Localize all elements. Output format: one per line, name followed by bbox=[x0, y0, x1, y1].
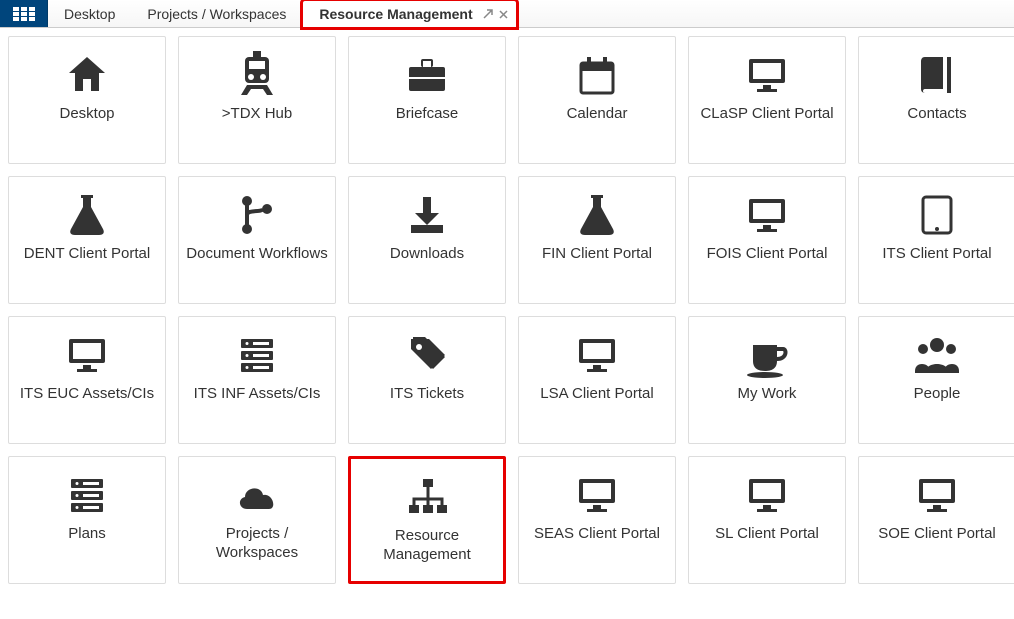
monitor-icon bbox=[913, 469, 961, 521]
tile-its-tickets[interactable]: ITS Tickets bbox=[348, 316, 506, 444]
tile-its-euc-assets[interactable]: ITS EUC Assets/CIs bbox=[8, 316, 166, 444]
monitor-icon bbox=[743, 469, 791, 521]
tile-label: Desktop bbox=[59, 105, 114, 124]
tile-label: Calendar bbox=[567, 105, 628, 124]
tile-label: People bbox=[914, 385, 961, 404]
monitor-icon bbox=[573, 329, 621, 381]
tile-dent-client-portal[interactable]: DENT Client Portal bbox=[8, 176, 166, 304]
close-icon[interactable] bbox=[499, 10, 508, 19]
tile-clasp-client-portal[interactable]: CLaSP Client Portal bbox=[688, 36, 846, 164]
tile-label: SL Client Portal bbox=[715, 525, 819, 544]
tile-seas-client-portal[interactable]: SEAS Client Portal bbox=[518, 456, 676, 584]
tile-desktop[interactable]: Desktop bbox=[8, 36, 166, 164]
briefcase-icon bbox=[403, 49, 451, 101]
sitemap-icon bbox=[403, 471, 451, 523]
tile-lsa-client-portal[interactable]: LSA Client Portal bbox=[518, 316, 676, 444]
tab-label: Resource Management bbox=[319, 6, 472, 22]
tile-label: Resource Management bbox=[357, 527, 497, 565]
monitor-icon bbox=[63, 329, 111, 381]
train-icon bbox=[233, 49, 281, 101]
tile-my-work[interactable]: My Work bbox=[688, 316, 846, 444]
tile-label: FOIS Client Portal bbox=[707, 245, 828, 264]
tab-projects-workspaces[interactable]: Projects / Workspaces bbox=[131, 0, 302, 27]
tile-label: SEAS Client Portal bbox=[534, 525, 660, 544]
tile-label: Downloads bbox=[390, 245, 464, 264]
tile-contacts[interactable]: Contacts bbox=[858, 36, 1014, 164]
tile-label: Plans bbox=[68, 525, 106, 544]
tile-its-client-portal[interactable]: ITS Client Portal bbox=[858, 176, 1014, 304]
cloud-icon bbox=[233, 469, 281, 521]
tile-label: Document Workflows bbox=[186, 245, 327, 264]
flask-icon bbox=[573, 189, 621, 241]
monitor-icon bbox=[573, 469, 621, 521]
tile-label: Contacts bbox=[907, 105, 966, 124]
tab-desktop[interactable]: Desktop bbox=[48, 0, 131, 27]
tile-plans[interactable]: Plans bbox=[8, 456, 166, 584]
monitor-icon bbox=[743, 189, 791, 241]
tile-briefcase[interactable]: Briefcase bbox=[348, 36, 506, 164]
coffee-icon bbox=[743, 329, 791, 381]
popout-icon[interactable] bbox=[483, 9, 493, 19]
tile-label: ITS Client Portal bbox=[882, 245, 991, 264]
tile-document-workflows[interactable]: Document Workflows bbox=[178, 176, 336, 304]
tile-label: FIN Client Portal bbox=[542, 245, 652, 264]
tablet-icon bbox=[913, 189, 961, 241]
tile-label: Projects / Workspaces bbox=[185, 525, 329, 563]
tile-label: ITS EUC Assets/CIs bbox=[20, 385, 154, 404]
tab-bar: Desktop Projects / Workspaces Resource M… bbox=[0, 0, 1014, 28]
server-icon bbox=[233, 329, 281, 381]
tile-soe-client-portal[interactable]: SOE Client Portal bbox=[858, 456, 1014, 584]
tile-label: DENT Client Portal bbox=[24, 245, 150, 264]
tile-calendar[interactable]: Calendar bbox=[518, 36, 676, 164]
tile-label: LSA Client Portal bbox=[540, 385, 653, 404]
server-icon bbox=[63, 469, 111, 521]
apps-grid-icon bbox=[13, 7, 35, 21]
tile-label: My Work bbox=[738, 385, 797, 404]
tile-its-inf-assets[interactable]: ITS INF Assets/CIs bbox=[178, 316, 336, 444]
apps-grid-button[interactable] bbox=[0, 0, 48, 27]
tile-tdx-hub[interactable]: >TDX Hub bbox=[178, 36, 336, 164]
tab-label: Desktop bbox=[64, 6, 115, 22]
tab-label: Projects / Workspaces bbox=[147, 6, 286, 22]
tile-fin-client-portal[interactable]: FIN Client Portal bbox=[518, 176, 676, 304]
monitor-icon bbox=[743, 49, 791, 101]
tile-label: ITS INF Assets/CIs bbox=[194, 385, 321, 404]
tile-label: SOE Client Portal bbox=[878, 525, 996, 544]
app-grid: Desktop >TDX Hub Briefcase Calendar CLaSP Cl… bbox=[0, 28, 1014, 604]
tile-people[interactable]: People bbox=[858, 316, 1014, 444]
home-icon bbox=[63, 49, 111, 101]
download-icon bbox=[403, 189, 451, 241]
tile-label: Briefcase bbox=[396, 105, 459, 124]
tile-projects-workspaces[interactable]: Projects / Workspaces bbox=[178, 456, 336, 584]
book-icon bbox=[913, 49, 961, 101]
tab-resource-management[interactable]: Resource Management bbox=[302, 0, 516, 28]
branch-icon bbox=[233, 189, 281, 241]
tile-resource-management[interactable]: Resource Management bbox=[348, 456, 506, 584]
people-icon bbox=[913, 329, 961, 381]
calendar-icon bbox=[573, 49, 621, 101]
tile-label: >TDX Hub bbox=[222, 105, 292, 124]
tile-sl-client-portal[interactable]: SL Client Portal bbox=[688, 456, 846, 584]
tag-icon bbox=[403, 329, 451, 381]
tile-label: ITS Tickets bbox=[390, 385, 464, 404]
tile-fois-client-portal[interactable]: FOIS Client Portal bbox=[688, 176, 846, 304]
flask-icon bbox=[63, 189, 111, 241]
tile-label: CLaSP Client Portal bbox=[700, 105, 833, 124]
tile-downloads[interactable]: Downloads bbox=[348, 176, 506, 304]
